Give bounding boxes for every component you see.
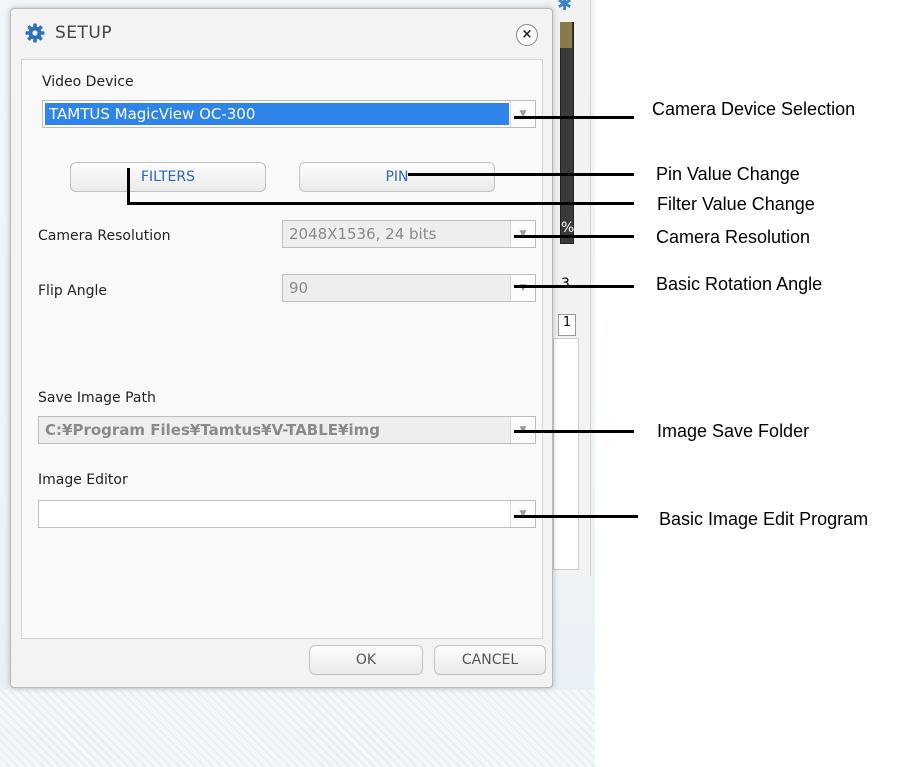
callout-line-rotation [514, 285, 634, 288]
callout-vline-filters [127, 168, 130, 205]
background-percent: % [561, 220, 575, 236]
video-device-value: TAMTUS MagicView OC-300 [49, 105, 256, 123]
flip-angle-value: 90 [289, 279, 309, 297]
ok-button[interactable]: OK [309, 645, 423, 675]
background-gear-icon: ✱ [557, 0, 573, 15]
dialog-titlebar: SETUP × [11, 9, 552, 59]
image-editor-select[interactable]: ▼ [38, 500, 536, 528]
camera-resolution-label: Camera Resolution [38, 228, 171, 244]
video-device-select[interactable]: TAMTUS MagicView OC-300 ▼ [42, 100, 536, 128]
callout-line-edit-program [514, 515, 638, 518]
callout-image-save-folder: Image Save Folder [657, 421, 810, 441]
callout-line-save-folder [514, 430, 634, 433]
image-editor-label: Image Editor [38, 472, 128, 488]
chevron-down-icon[interactable]: ▼ [510, 275, 535, 301]
callout-image-edit-program: Basic Image Edit Program [659, 509, 869, 529]
background-number-3: 3 [561, 276, 570, 292]
save-image-path-select[interactable]: C:¥Program Files¥Tamtus¥V-TABLE¥img ▼ [38, 416, 536, 444]
camera-resolution-select[interactable]: 2048X1536, 24 bits ▼ [282, 220, 536, 248]
background-pattern [0, 690, 595, 767]
save-image-path-label: Save Image Path [38, 390, 156, 406]
dialog-title: SETUP [55, 23, 113, 43]
cancel-button[interactable]: CANCEL [434, 645, 546, 675]
callout-line-pin [408, 173, 634, 176]
background-number-box: 1 [558, 314, 576, 336]
callout-pin-value: Pin Value Change [656, 164, 800, 184]
callout-filter-value: Filter Value Change [657, 194, 815, 214]
background-scroll-thumb[interactable] [560, 22, 572, 48]
callout-rotation-angle: Basic Rotation Angle [656, 274, 823, 294]
filters-button[interactable]: FILTERS [70, 162, 266, 192]
background-scrollbar[interactable] [560, 22, 574, 244]
flip-angle-select[interactable]: 90 ▼ [282, 274, 536, 302]
pin-button[interactable]: PIN [299, 162, 495, 192]
video-device-label: Video Device [42, 74, 134, 90]
background-white-area [553, 338, 579, 570]
camera-resolution-value: 2048X1536, 24 bits [289, 225, 437, 243]
chevron-down-icon[interactable]: ▼ [510, 221, 535, 247]
gear-icon [25, 23, 45, 43]
chevron-down-icon[interactable]: ▼ [510, 101, 535, 127]
callout-camera-resolution: Camera Resolution [656, 227, 811, 247]
setup-dialog: SETUP × Video Device TAMTUS MagicView OC… [10, 8, 553, 688]
dialog-content: Video Device TAMTUS MagicView OC-300 ▼ F… [21, 59, 543, 639]
chevron-down-icon[interactable]: ▼ [510, 501, 535, 527]
close-icon[interactable]: × [516, 24, 538, 46]
callout-camera-device: Camera Device Selection [652, 99, 856, 119]
flip-angle-label: Flip Angle [38, 283, 108, 299]
callout-line-camera-device [514, 116, 634, 119]
callout-line-resolution [514, 235, 634, 238]
save-image-path-value: C:¥Program Files¥Tamtus¥V-TABLE¥img [45, 421, 380, 439]
callout-line-filters [127, 202, 634, 205]
